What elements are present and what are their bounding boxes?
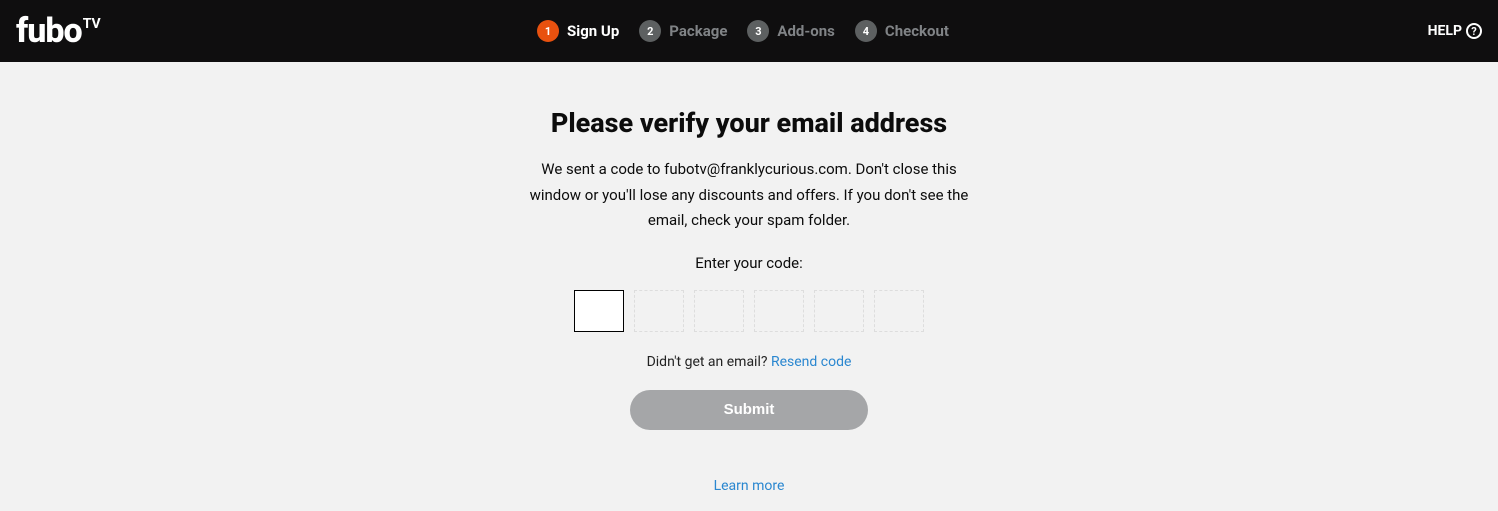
didnt-get-text: Didn't get an email? — [647, 354, 771, 370]
enter-code-label: Enter your code: — [695, 254, 803, 272]
code-digit-3[interactable] — [694, 290, 744, 332]
resend-code-link[interactable]: Resend code — [771, 354, 851, 370]
learn-more-link[interactable]: Learn more — [714, 478, 785, 494]
signup-steps: 1 Sign Up 2 Package 3 Add-ons 4 Checkout — [537, 20, 961, 42]
step-label: Checkout — [885, 22, 949, 40]
code-digit-2[interactable] — [634, 290, 684, 332]
code-digit-4[interactable] — [754, 290, 804, 332]
description-text: We sent a code to fubotv@franklycurious.… — [519, 157, 979, 234]
help-label: HELP — [1428, 23, 1462, 39]
step-label: Add-ons — [777, 22, 834, 40]
code-input-group — [574, 290, 924, 332]
page-title: Please verify your email address — [551, 107, 947, 139]
help-icon: ? — [1466, 23, 1482, 39]
step-signup: 1 Sign Up — [537, 20, 619, 42]
help-button[interactable]: HELP ? — [1428, 23, 1482, 39]
step-package: 2 Package — [639, 20, 727, 42]
step-label: Sign Up — [567, 22, 619, 40]
header: fubo TV 1 Sign Up 2 Package 3 Add-ons 4 … — [0, 0, 1498, 62]
step-addons: 3 Add-ons — [747, 20, 834, 42]
submit-button[interactable]: Submit — [630, 390, 868, 430]
logo-text-main: fubo — [16, 14, 82, 48]
code-digit-5[interactable] — [814, 290, 864, 332]
logo-text-tv: TV — [83, 16, 101, 32]
resend-row: Didn't get an email? Resend code — [647, 354, 852, 370]
step-number: 4 — [855, 20, 877, 42]
step-checkout: 4 Checkout — [855, 20, 949, 42]
step-label: Package — [669, 22, 727, 40]
main-content: Please verify your email address We sent… — [0, 62, 1498, 494]
code-digit-1[interactable] — [574, 290, 624, 332]
code-digit-6[interactable] — [874, 290, 924, 332]
step-number: 3 — [747, 20, 769, 42]
step-number: 2 — [639, 20, 661, 42]
step-number: 1 — [537, 20, 559, 42]
logo[interactable]: fubo TV — [16, 14, 101, 48]
